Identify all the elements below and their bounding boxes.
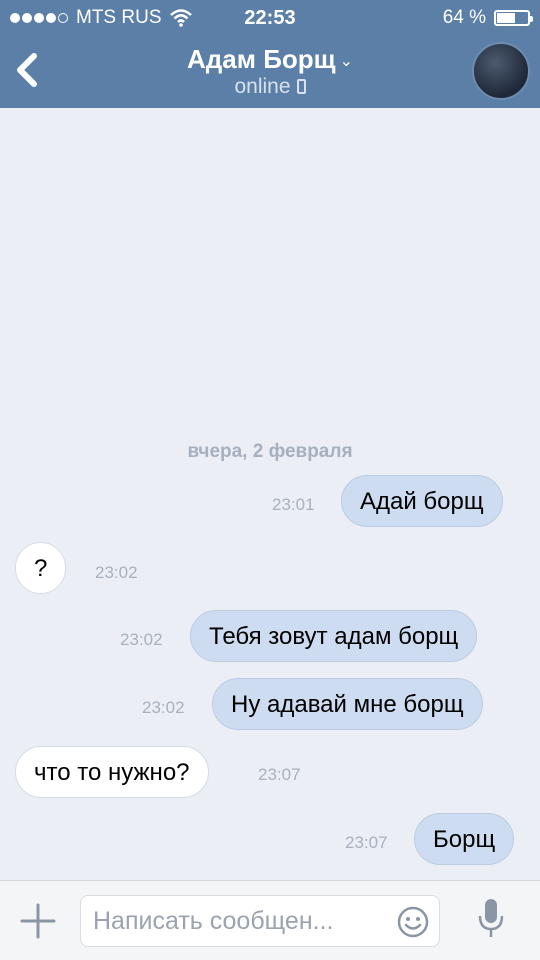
smile-icon[interactable] bbox=[397, 906, 429, 938]
contact-status: online bbox=[0, 75, 540, 99]
message-time: 23:07 bbox=[345, 833, 388, 852]
message-time: 23:02 bbox=[95, 563, 138, 582]
plus-icon[interactable] bbox=[18, 901, 58, 941]
battery-fill bbox=[497, 13, 515, 23]
message-bubble-outgoing[interactable]: Адай борщ bbox=[341, 475, 503, 527]
contact-name-text: Адам Борщ bbox=[187, 44, 336, 74]
composer-bar: Написать сообщен... bbox=[0, 880, 540, 960]
message-text: Ну адавай мне борщ bbox=[231, 691, 464, 718]
message-input-placeholder: Написать сообщен... bbox=[93, 907, 334, 935]
battery-percent: 64 % bbox=[442, 7, 486, 28]
message-time: 23:02 bbox=[142, 698, 185, 717]
message-text: что то нужно? bbox=[34, 759, 190, 786]
message-text: Адай борщ bbox=[360, 488, 484, 515]
message-input[interactable]: Написать сообщен... bbox=[80, 895, 440, 947]
contact-name[interactable]: Адам Борщ ⌄ bbox=[0, 44, 540, 75]
chevron-down-icon: ⌄ bbox=[339, 53, 353, 71]
message-text: ? bbox=[34, 555, 48, 582]
message-bubble-outgoing[interactable]: Борщ bbox=[414, 813, 515, 865]
message-bubble-incoming[interactable]: ? bbox=[15, 542, 67, 594]
status-bar: MTS RUS 22:53 64 % bbox=[0, 0, 540, 36]
message-text: Борщ bbox=[433, 826, 496, 853]
date-separator: вчера, 2 февраля bbox=[187, 441, 353, 462]
message-time: 23:07 bbox=[258, 765, 301, 784]
microphone-icon[interactable] bbox=[474, 896, 508, 940]
message-bubble-outgoing[interactable]: Ну адавай мне борщ bbox=[212, 678, 483, 730]
battery-icon bbox=[494, 10, 533, 26]
message-bubble-outgoing[interactable]: Тебя зовут адам борщ bbox=[190, 610, 478, 662]
avatar[interactable] bbox=[472, 42, 530, 100]
message-time: 23:01 bbox=[272, 495, 315, 514]
message-bubble-incoming[interactable]: что то нужно? bbox=[15, 746, 209, 798]
mobile-phone-icon bbox=[296, 79, 306, 94]
message-time: 23:02 bbox=[120, 630, 163, 649]
battery-area: 64 % bbox=[442, 7, 533, 29]
chat-header: MTS RUS 22:53 64 % Адам Борщ ⌄ online bbox=[0, 0, 540, 108]
contact-status-text: online bbox=[234, 75, 291, 98]
message-text: Тебя зовут адам борщ bbox=[209, 623, 459, 650]
